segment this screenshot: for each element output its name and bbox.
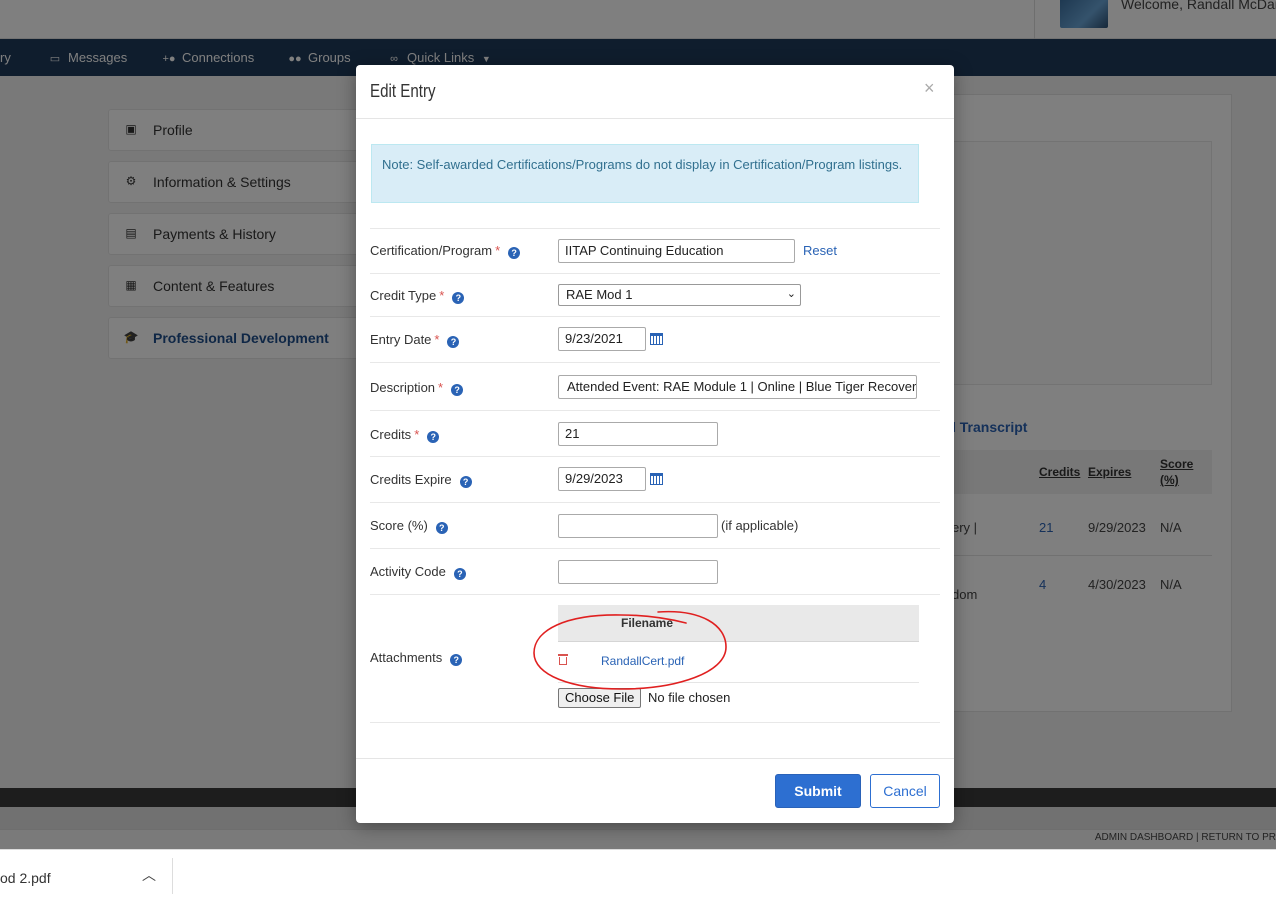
score-field[interactable] <box>558 514 718 538</box>
credits-label-text: Credits <box>370 427 412 442</box>
entry-date-label: Entry Date *? <box>370 332 460 348</box>
activity-code-label: Activity Code? <box>370 564 466 580</box>
attachment-row-divider <box>558 682 919 683</box>
info-note: Note: Self-awarded Certifications/Progra… <box>371 144 919 203</box>
help-icon[interactable]: ? <box>451 384 464 396</box>
cancel-button[interactable]: Cancel <box>870 774 940 808</box>
description-label: Description *? <box>370 380 464 396</box>
attachment-file-link[interactable]: RandallCert.pdf <box>601 654 684 668</box>
credit-type-select[interactable]: RAE Mod 1 ⌄ <box>558 284 801 306</box>
chevron-up-icon[interactable]: ︿ <box>140 866 158 884</box>
help-icon[interactable]: ? <box>453 568 466 580</box>
attachments-table-header: Filename <box>558 605 919 642</box>
help-icon[interactable]: ? <box>452 292 465 304</box>
description-field[interactable]: Attended Event: RAE Module 1 | Online | … <box>558 375 917 399</box>
certification-label-text: Certification/Program <box>370 243 493 258</box>
help-icon[interactable]: ? <box>508 247 521 259</box>
certification-field[interactable]: IITAP Continuing Education <box>558 239 795 263</box>
required-marker: * <box>438 380 444 395</box>
form-divider <box>370 594 940 595</box>
form-divider <box>370 548 940 549</box>
required-marker: * <box>439 288 445 303</box>
credits-label: Credits *? <box>370 427 440 443</box>
credit-type-label: Credit Type *? <box>370 288 465 304</box>
calendar-icon[interactable] <box>650 332 664 346</box>
description-label-text: Description <box>370 380 436 395</box>
reset-link[interactable]: Reset <box>803 243 837 258</box>
modal-header-divider <box>356 118 954 119</box>
form-divider <box>370 316 940 317</box>
credits-expire-label: Credits Expire? <box>370 472 472 488</box>
close-icon[interactable]: × <box>924 79 935 97</box>
required-marker: * <box>434 332 440 347</box>
download-file-name[interactable]: od 2.pdf <box>0 870 51 886</box>
form-divider <box>370 722 940 723</box>
help-icon[interactable]: ? <box>427 431 440 443</box>
download-divider <box>172 858 173 894</box>
column-header-filename: Filename <box>621 616 674 630</box>
help-icon[interactable]: ? <box>435 522 448 534</box>
form-divider <box>370 362 940 363</box>
no-file-chosen-text: No file chosen <box>648 690 731 705</box>
modal-footer-divider <box>356 758 954 759</box>
activity-code-label-text: Activity Code <box>370 564 446 579</box>
chevron-down-icon: ⌄ <box>786 288 796 300</box>
entry-date-label-text: Entry Date <box>370 332 432 347</box>
help-icon[interactable]: ? <box>459 476 472 488</box>
credit-type-label-text: Credit Type <box>370 288 437 303</box>
form-divider <box>370 502 940 503</box>
score-label-text: Score (%) <box>370 518 428 533</box>
credits-expire-field[interactable]: 9/29/2023 <box>558 467 646 491</box>
score-label: Score (%)? <box>370 518 448 534</box>
download-bar: od 2.pdf ︿ <box>0 849 1276 901</box>
score-hint: (if applicable) <box>721 518 799 533</box>
form-divider <box>370 273 940 274</box>
form-divider <box>370 456 940 457</box>
calendar-icon[interactable] <box>650 472 664 486</box>
help-icon[interactable]: ? <box>450 654 463 666</box>
edit-entry-modal: Edit Entry × Note: Self-awarded Certific… <box>356 65 954 823</box>
activity-code-field[interactable] <box>558 560 718 584</box>
form-divider <box>370 228 940 229</box>
credit-type-value: RAE Mod 1 <box>566 287 633 302</box>
form-divider <box>370 410 940 411</box>
required-marker: * <box>414 427 420 442</box>
credits-field[interactable]: 21 <box>558 422 718 446</box>
credits-expire-label-text: Credits Expire <box>370 472 452 487</box>
certification-label: Certification/Program *? <box>370 243 521 259</box>
modal-title: Edit Entry <box>370 81 436 101</box>
trash-icon[interactable] <box>558 654 568 665</box>
help-icon[interactable]: ? <box>447 336 460 348</box>
attachments-label-text: Attachments <box>370 650 443 665</box>
required-marker: * <box>495 243 501 258</box>
choose-file-button[interactable]: Choose File <box>558 688 642 708</box>
submit-button[interactable]: Submit <box>775 774 861 808</box>
attachments-label: Attachments? <box>370 650 463 666</box>
entry-date-field[interactable]: 9/23/2021 <box>558 327 646 351</box>
